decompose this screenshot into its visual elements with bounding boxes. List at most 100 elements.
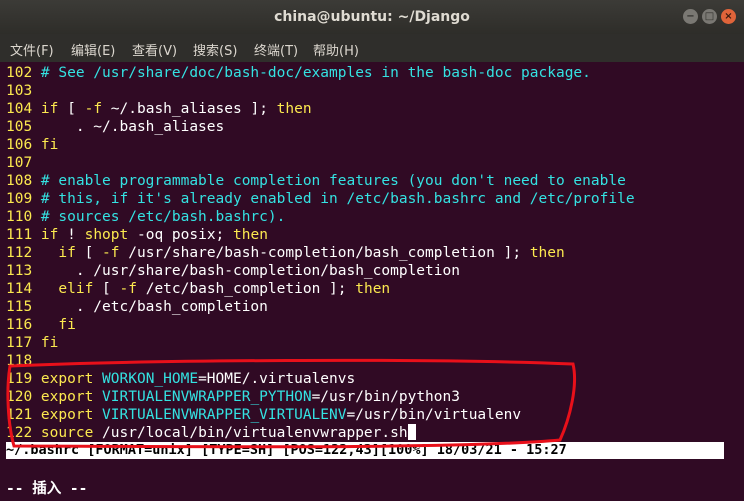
- code-token: shopt: [84, 227, 129, 243]
- menu-help[interactable]: 帮助(H): [313, 40, 359, 59]
- code-token: elif: [40, 281, 94, 297]
- line-number: 106: [6, 137, 41, 153]
- editor-line: 122 source /usr/local/bin/virtualenvwrap…: [6, 424, 416, 442]
- code-token: =/usr/bin/python3: [311, 389, 460, 405]
- window-title: china@ubuntu: ~/Django: [274, 9, 470, 25]
- code-token: =HOME/.virtualenvs: [198, 371, 356, 387]
- code-token: if: [40, 101, 59, 117]
- line-number: 121: [6, 407, 41, 423]
- code-token: [: [75, 245, 103, 261]
- editor-line: 115 . /etc/bash_completion: [6, 298, 268, 316]
- line-number: 103: [6, 83, 41, 99]
- code-token: fi: [40, 335, 59, 351]
- editor-line: 102 # See /usr/share/doc/bash-doc/exampl…: [6, 64, 591, 82]
- code-token: then: [276, 101, 312, 117]
- code-token: !: [58, 227, 85, 243]
- line-number: 122: [6, 425, 41, 441]
- menu-bar: 文件(F) 编辑(E) 查看(V) 搜索(S) 终端(T) 帮助(H): [0, 34, 744, 62]
- line-number: 109: [6, 191, 41, 207]
- code-token: -f: [102, 245, 120, 261]
- code-token: /etc/bash_completion ];: [136, 281, 356, 297]
- code-token: # See /usr/share/doc/bash-doc/examples i…: [40, 65, 591, 81]
- minimize-button[interactable]: −: [683, 9, 698, 24]
- code-token: -oq posix;: [128, 227, 234, 243]
- line-number: 113: [6, 263, 41, 279]
- editor-line: 117 fi: [6, 334, 58, 352]
- code-token: # this, if it's already enabled in /etc/…: [40, 191, 635, 207]
- menu-edit[interactable]: 编辑(E): [71, 40, 115, 59]
- code-token: # enable programmable completion feature…: [40, 173, 626, 189]
- maximize-button[interactable]: □: [702, 9, 717, 24]
- editor-line: 107: [6, 154, 41, 172]
- editor-line: 112 if [ -f /usr/share/bash-completion/b…: [6, 244, 565, 262]
- editor-line: 116 fi: [6, 316, 76, 334]
- code-token: . /usr/share/bash-completion/bash_comple…: [40, 263, 460, 279]
- line-number: 108: [6, 173, 41, 189]
- menu-view[interactable]: 查看(V): [132, 40, 177, 59]
- code-token: -f: [84, 101, 103, 117]
- terminal-area[interactable]: 102 # See /usr/share/doc/bash-doc/exampl…: [0, 62, 744, 501]
- code-token: /usr/local/bin/virtualenvwrapper.sh: [93, 425, 408, 441]
- close-button[interactable]: ×: [721, 9, 736, 24]
- line-number: 119: [6, 371, 41, 387]
- code-token: . ~/.bash_aliases: [40, 119, 225, 135]
- code-token: export: [40, 371, 94, 387]
- line-number: 111: [6, 227, 41, 243]
- code-token: then: [529, 245, 565, 261]
- line-number: 117: [6, 335, 41, 351]
- code-token: [: [93, 281, 120, 297]
- code-token: if: [40, 245, 76, 261]
- code-token: fi: [40, 317, 76, 333]
- window-controls: − □ ×: [683, 9, 736, 24]
- vim-status-bar: ~/.bashrc [FORMAT=unix] [TYPE=SH] [POS=1…: [6, 442, 724, 459]
- line-number: 104: [6, 101, 41, 117]
- editor-line: 114 elif [ -f /etc/bash_completion ]; th…: [6, 280, 390, 298]
- code-token: =/usr/bin/virtualenv: [346, 407, 522, 423]
- text-cursor: [407, 424, 416, 440]
- editor-line: 120 export VIRTUALENVWRAPPER_PYTHON=/usr…: [6, 388, 460, 406]
- code-token: . /etc/bash_completion: [40, 299, 268, 315]
- code-token: -f: [119, 281, 137, 297]
- code-token: VIRTUALENVWRAPPER_VIRTUALENV: [102, 407, 347, 423]
- editor-line: 110 # sources /etc/bash.bashrc).: [6, 208, 285, 226]
- code-token: then: [233, 227, 268, 243]
- code-token: # sources /etc/bash.bashrc).: [40, 209, 286, 225]
- editor-line: 106 fi: [6, 136, 58, 154]
- menu-search[interactable]: 搜索(S): [193, 40, 237, 59]
- code-token: WORKON_HOME: [102, 371, 199, 387]
- line-number: 102: [6, 65, 41, 81]
- menu-file[interactable]: 文件(F): [10, 40, 54, 59]
- code-token: VIRTUALENVWRAPPER_PYTHON: [102, 389, 312, 405]
- menu-terminal[interactable]: 终端(T): [254, 40, 298, 59]
- code-token: then: [355, 281, 391, 297]
- line-number: 120: [6, 389, 41, 405]
- editor-line: 108 # enable programmable completion fea…: [6, 172, 626, 190]
- editor-line: 121 export VIRTUALENVWRAPPER_VIRTUALENV=…: [6, 406, 521, 424]
- code-token: ~/.bash_aliases ];: [102, 101, 277, 117]
- editor-line: 103: [6, 82, 41, 100]
- title-bar: china@ubuntu: ~/Django − □ ×: [0, 0, 744, 34]
- editor-line: 119 export WORKON_HOME=HOME/.virtualenvs: [6, 370, 355, 388]
- line-number: 115: [6, 299, 41, 315]
- code-token: /usr/share/bash-completion/bash_completi…: [119, 245, 530, 261]
- editor-line: 118: [6, 352, 41, 370]
- editor-line: 109 # this, if it's already enabled in /…: [6, 190, 635, 208]
- editor-line: 111 if ! shopt -oq posix; then: [6, 226, 268, 244]
- code-token: source: [40, 425, 94, 441]
- editor-line: 104 if [ -f ~/.bash_aliases ]; then: [6, 100, 312, 118]
- line-number: 118: [6, 353, 41, 369]
- vim-mode-indicator: -- 插入 --: [6, 481, 88, 497]
- code-token: fi: [40, 137, 59, 153]
- line-number: 110: [6, 209, 41, 225]
- code-token: export: [40, 389, 94, 405]
- line-number: 116: [6, 317, 41, 333]
- code-token: export: [40, 407, 94, 423]
- editor-line: 113 . /usr/share/bash-completion/bash_co…: [6, 262, 460, 280]
- code-token: if: [40, 227, 59, 243]
- line-number: 105: [6, 119, 41, 135]
- line-number: 112: [6, 245, 41, 261]
- editor-line: 105 . ~/.bash_aliases: [6, 118, 224, 136]
